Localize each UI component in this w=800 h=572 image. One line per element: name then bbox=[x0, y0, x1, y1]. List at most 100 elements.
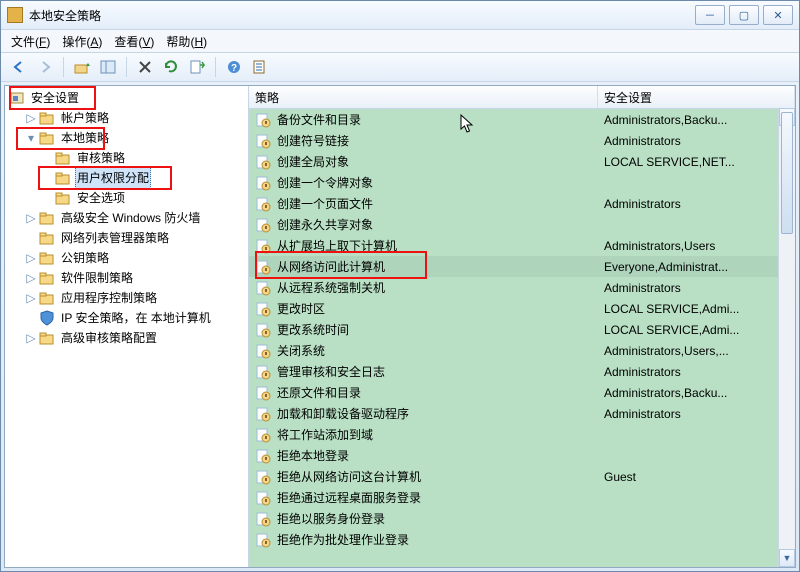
up-level-button[interactable] bbox=[70, 55, 94, 79]
expand-icon[interactable]: ▷ bbox=[25, 252, 37, 264]
help-icon: ? bbox=[226, 59, 242, 75]
tree-node-local-policies[interactable]: ▾本地策略 bbox=[25, 128, 248, 148]
tree-node-software-restriction[interactable]: ▷软件限制策略 bbox=[25, 268, 248, 288]
menu-view[interactable]: 查看(V) bbox=[114, 33, 154, 50]
policy-row[interactable]: 拒绝通过远程桌面服务登录 bbox=[249, 487, 795, 508]
tree-node-public-key[interactable]: ▷公钥策略 bbox=[25, 248, 248, 268]
properties-icon bbox=[252, 59, 268, 75]
folder-icon bbox=[39, 330, 55, 346]
policy-setting: LOCAL SERVICE,Admi... bbox=[598, 323, 795, 337]
policy-row[interactable]: 从扩展坞上取下计算机Administrators,Users bbox=[249, 235, 795, 256]
policy-row[interactable]: 管理审核和安全日志Administrators bbox=[249, 361, 795, 382]
forward-button[interactable] bbox=[33, 55, 57, 79]
policy-name: 还原文件和目录 bbox=[277, 384, 361, 401]
policy-list[interactable]: 备份文件和目录 Administrators,Backu... 创建符号链接Admi… bbox=[249, 109, 795, 567]
tree-node-account-policies[interactable]: ▷帐户策略 bbox=[25, 108, 248, 128]
policy-name: 创建全局对象 bbox=[277, 153, 349, 170]
policy-item-icon bbox=[255, 112, 271, 128]
arrow-left-icon bbox=[11, 59, 27, 75]
column-header-setting[interactable]: 安全设置 bbox=[598, 86, 795, 108]
expand-icon[interactable]: ▷ bbox=[25, 112, 37, 124]
policy-setting: Everyone,Administrat... bbox=[598, 260, 795, 274]
policy-name: 将工作站添加到域 bbox=[277, 426, 373, 443]
tree-node-security-options[interactable]: 安全选项 bbox=[41, 188, 248, 208]
minimize-button[interactable]: － bbox=[695, 5, 725, 25]
refresh-button[interactable] bbox=[159, 55, 183, 79]
tree-node-user-rights[interactable]: 用户权限分配 bbox=[41, 168, 248, 188]
policy-setting: Administrators bbox=[598, 134, 795, 148]
policy-row[interactable]: 拒绝从网络访问这台计算机Guest bbox=[249, 466, 795, 487]
tree-node-adv-audit[interactable]: ▷高级审核策略配置 bbox=[25, 328, 248, 348]
menu-bar: 文件(F) 操作(A) 查看(V) 帮助(H) bbox=[1, 30, 799, 53]
refresh-icon bbox=[163, 59, 179, 75]
policy-row[interactable]: 还原文件和目录Administrators,Backu... bbox=[249, 382, 795, 403]
policy-row[interactable]: 创建一个令牌对象 bbox=[249, 172, 795, 193]
maximize-button[interactable]: ▢ bbox=[729, 5, 759, 25]
expand-icon[interactable]: ▷ bbox=[25, 212, 37, 224]
policy-item-icon bbox=[255, 532, 271, 548]
policy-row[interactable]: 创建永久共享对象 bbox=[249, 214, 795, 235]
policy-row[interactable]: 拒绝本地登录 bbox=[249, 445, 795, 466]
policy-row[interactable]: 更改时区LOCAL SERVICE,Admi... bbox=[249, 298, 795, 319]
policy-item-icon bbox=[255, 511, 271, 527]
export-icon bbox=[189, 59, 205, 75]
policy-name: 更改系统时间 bbox=[277, 321, 349, 338]
policy-row[interactable]: 从远程系统强制关机Administrators bbox=[249, 277, 795, 298]
policy-row[interactable]: 备份文件和目录 Administrators,Backu... bbox=[249, 109, 795, 130]
collapse-icon[interactable]: ▾ bbox=[25, 132, 37, 144]
scroll-down-button[interactable]: ▼ bbox=[779, 549, 795, 567]
tree-node-network-list[interactable]: 网络列表管理器策略 bbox=[25, 228, 248, 248]
policy-item-icon bbox=[255, 280, 271, 296]
policy-item-icon bbox=[255, 469, 271, 485]
tree-node-app-control[interactable]: ▷应用程序控制策略 bbox=[25, 288, 248, 308]
menu-action[interactable]: 操作(A) bbox=[62, 33, 102, 50]
title-bar[interactable]: 本地安全策略 － ▢ ✕ bbox=[1, 1, 799, 30]
policy-row[interactable]: 创建一个页面文件Administrators bbox=[249, 193, 795, 214]
app-window: 本地安全策略 － ▢ ✕ 文件(F) 操作(A) 查看(V) 帮助(H) bbox=[0, 0, 800, 572]
folder-icon bbox=[39, 210, 55, 226]
tree-node-firewall[interactable]: ▷高级安全 Windows 防火墙 bbox=[25, 208, 248, 228]
properties-button[interactable] bbox=[248, 55, 272, 79]
menu-file[interactable]: 文件(F) bbox=[11, 33, 50, 50]
policy-row[interactable]: 将工作站添加到域 bbox=[249, 424, 795, 445]
policy-row[interactable]: 拒绝以服务身份登录 bbox=[249, 508, 795, 529]
tree-root-security-settings[interactable]: 安全设置 bbox=[9, 88, 248, 108]
policy-item-icon bbox=[255, 322, 271, 338]
tree-node-ipsec[interactable]: IP 安全策略，在 本地计算机 bbox=[25, 308, 248, 328]
show-hide-tree-button[interactable] bbox=[96, 55, 120, 79]
policy-row[interactable]: 关闭系统Administrators,Users,... bbox=[249, 340, 795, 361]
back-button[interactable] bbox=[7, 55, 31, 79]
policy-name: 备份文件和目录 bbox=[277, 111, 361, 128]
expand-icon[interactable]: ▷ bbox=[25, 292, 37, 304]
menu-help[interactable]: 帮助(H) bbox=[166, 33, 207, 50]
tree-pane[interactable]: 安全设置 ▷帐户策略 ▾本地策略 审核策略 用户权限分配 安全选项 bbox=[5, 86, 249, 567]
expand-icon[interactable]: ▷ bbox=[25, 332, 37, 344]
column-header-policy[interactable]: 策略 bbox=[249, 86, 598, 108]
folder-icon bbox=[39, 250, 55, 266]
svg-text:?: ? bbox=[231, 63, 237, 74]
policy-name: 拒绝从网络访问这台计算机 bbox=[277, 468, 421, 485]
policy-row[interactable]: 创建符号链接Administrators bbox=[249, 130, 795, 151]
policy-name: 创建一个令牌对象 bbox=[277, 174, 373, 191]
policy-setting: Administrators,Backu... bbox=[598, 113, 795, 127]
policy-setting: Administrators,Users bbox=[598, 239, 795, 253]
expand-icon[interactable]: ▷ bbox=[25, 272, 37, 284]
scroll-thumb[interactable] bbox=[781, 112, 793, 234]
export-list-button[interactable] bbox=[185, 55, 209, 79]
policy-row[interactable]: 加载和卸载设备驱动程序Administrators bbox=[249, 403, 795, 424]
close-button[interactable]: ✕ bbox=[763, 5, 793, 25]
tree-node-audit-policy[interactable]: 审核策略 bbox=[41, 148, 248, 168]
policy-row[interactable]: 拒绝作为批处理作业登录 bbox=[249, 529, 795, 550]
folder-icon bbox=[39, 230, 55, 246]
delete-button[interactable] bbox=[133, 55, 157, 79]
policy-item-icon bbox=[255, 217, 271, 233]
policy-row[interactable]: 从网络访问此计算机Everyone,Administrat... bbox=[249, 256, 795, 277]
x-icon bbox=[138, 60, 152, 74]
policy-setting: Administrators bbox=[598, 281, 795, 295]
policy-row[interactable]: 更改系统时间 LOCAL SERVICE,Admi... bbox=[249, 319, 795, 340]
policy-row[interactable]: 创建全局对象LOCAL SERVICE,NET... bbox=[249, 151, 795, 172]
policy-name: 管理审核和安全日志 bbox=[277, 363, 385, 380]
toolbar: ? bbox=[1, 53, 799, 82]
help-button[interactable]: ? bbox=[222, 55, 246, 79]
vertical-scrollbar[interactable]: ▲ ▼ bbox=[778, 108, 795, 567]
